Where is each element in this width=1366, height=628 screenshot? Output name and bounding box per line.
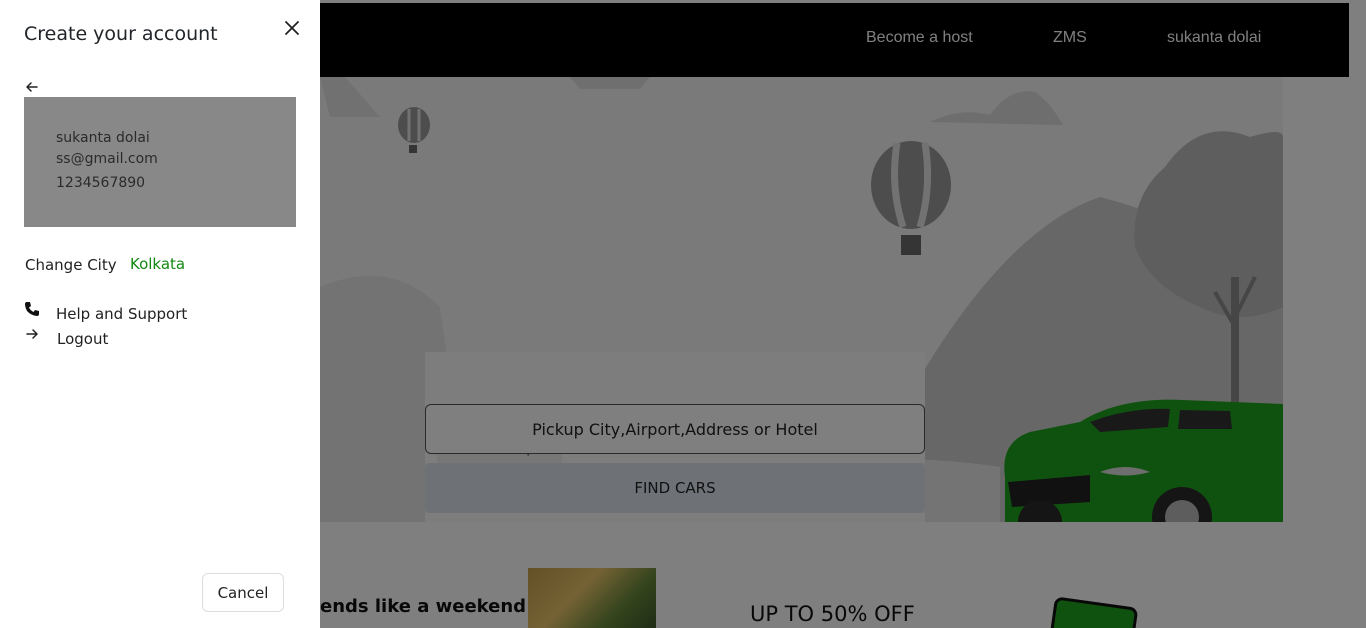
profile-card: sukanta dolai ss@gmail.com 1234567890 bbox=[24, 97, 296, 227]
city-link[interactable]: Kolkata bbox=[130, 255, 185, 273]
profile-name: sukanta dolai bbox=[56, 130, 150, 146]
drawer-title: Create your account bbox=[24, 23, 218, 45]
logout-link[interactable]: Logout bbox=[57, 330, 108, 348]
phone-icon bbox=[24, 301, 40, 317]
help-support-link[interactable]: Help and Support bbox=[56, 305, 187, 323]
close-icon bbox=[285, 21, 299, 35]
change-city-label: Change City bbox=[25, 256, 117, 274]
profile-phone: 1234567890 bbox=[56, 175, 146, 191]
account-drawer: Create your account sukanta dolai ss@gma… bbox=[0, 0, 320, 628]
close-button[interactable] bbox=[280, 16, 304, 40]
arrow-right-icon bbox=[25, 326, 39, 340]
profile-email: ss@gmail.com bbox=[56, 151, 158, 167]
arrow-left-icon bbox=[26, 82, 38, 92]
back-button[interactable] bbox=[24, 79, 40, 95]
cancel-button[interactable]: Cancel bbox=[202, 573, 284, 612]
